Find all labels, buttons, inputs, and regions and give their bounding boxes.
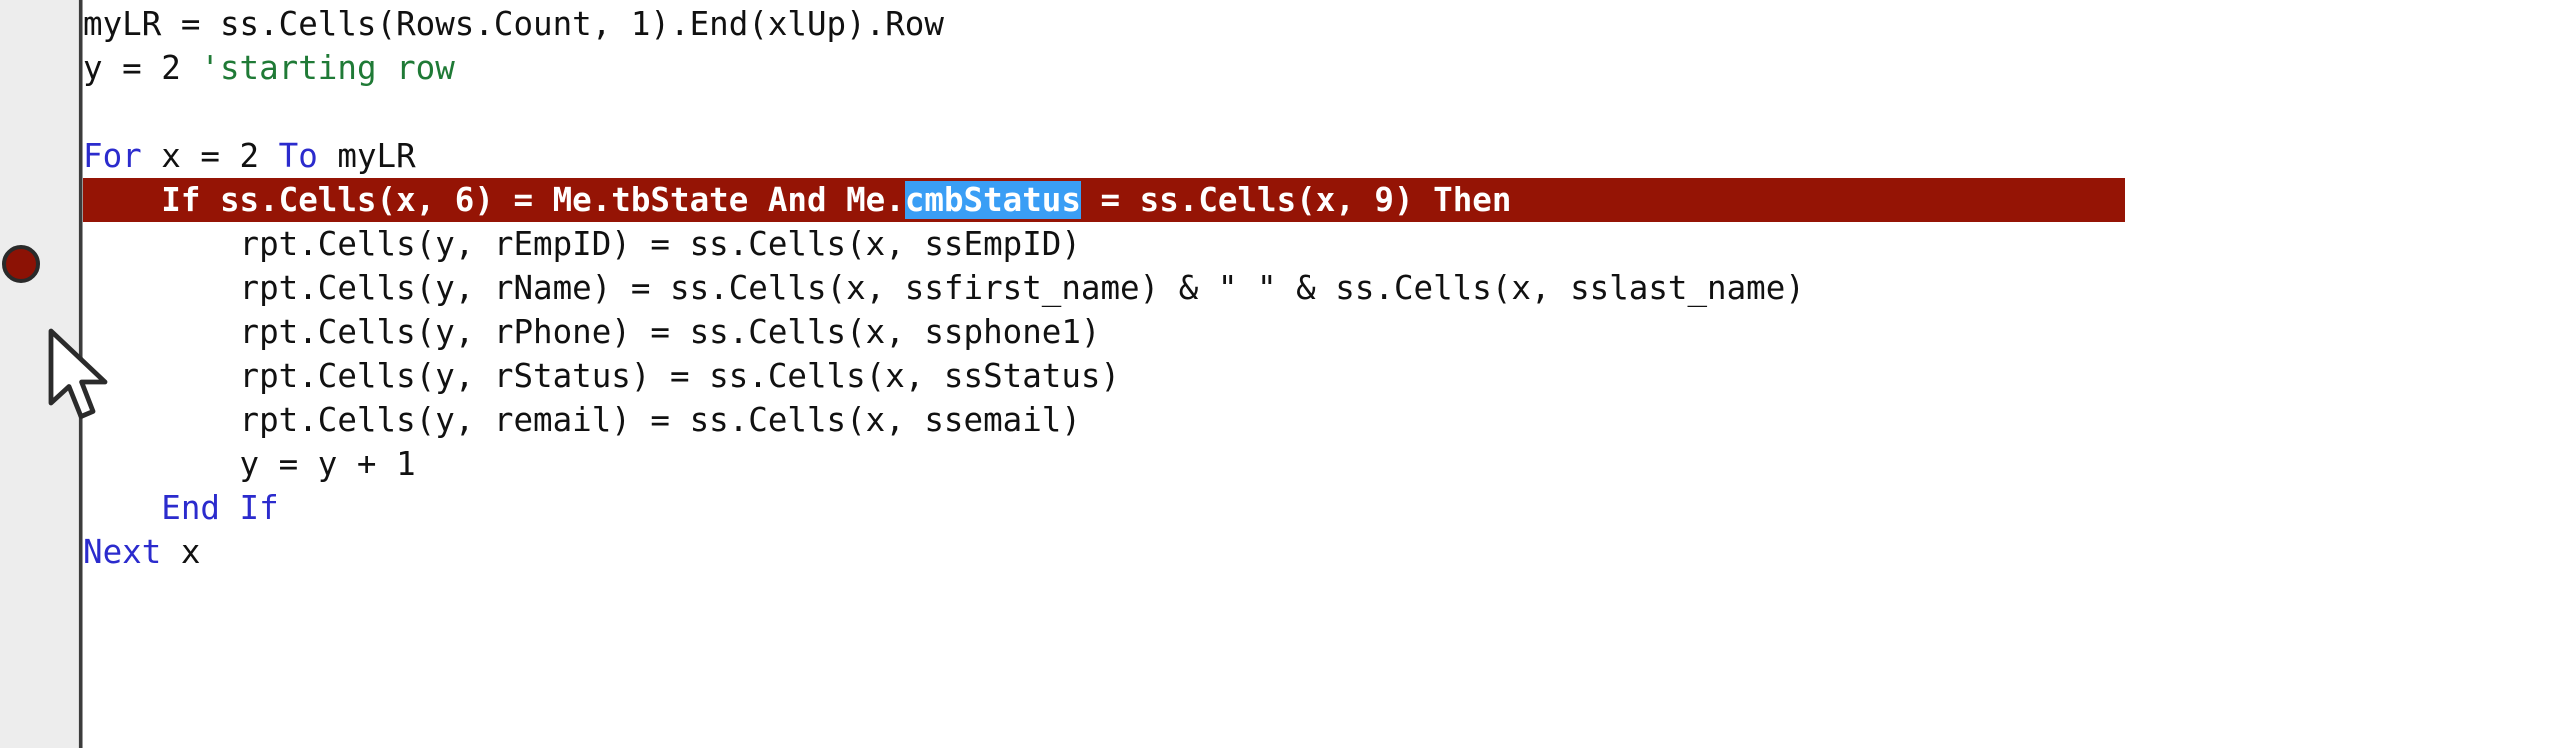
code-token-plain: rpt.Cells(y, rStatus) = ss.Cells(x, ssSt… (83, 357, 1121, 395)
code-token-plain: y = 2 (83, 49, 201, 87)
code-line[interactable]: y = 2 'starting row (83, 46, 455, 90)
code-token-plain: If ss.Cells(x, 6) = Me.tbState And Me. (83, 181, 905, 219)
code-line[interactable]: myLR = ss.Cells(Rows.Count, 1).End(xlUp)… (83, 2, 944, 46)
code-token-comment: 'starting row (200, 49, 455, 87)
code-token-plain: rpt.Cells(y, rName) = ss.Cells(x, ssfirs… (83, 269, 1805, 307)
editor-margin-gutter[interactable] (0, 0, 79, 748)
code-token-plain: myLR (317, 137, 416, 175)
code-line-text: rpt.Cells(y, rEmpID) = ss.Cells(x, ssEmp… (83, 225, 1081, 263)
code-token-plain: rpt.Cells(y, remail) = ss.Cells(x, ssema… (83, 401, 1081, 439)
code-line-text: End If (83, 489, 279, 527)
code-line-text: rpt.Cells(y, remail) = ss.Cells(x, ssema… (83, 401, 1081, 439)
code-token-plain: x (161, 533, 201, 571)
code-line[interactable]: rpt.Cells(y, rPhone) = ss.Cells(x, sspho… (83, 310, 1101, 354)
breakpoint-dot[interactable] (2, 245, 40, 283)
code-token-plain: rpt.Cells(y, rPhone) = ss.Cells(x, sspho… (83, 313, 1101, 351)
code-line[interactable]: Next x (83, 530, 200, 574)
code-line[interactable]: y = y + 1 (83, 442, 416, 486)
code-line-text: myLR = ss.Cells(Rows.Count, 1).End(xlUp)… (83, 5, 944, 43)
code-line-breakpoint[interactable]: If ss.Cells(x, 6) = Me.tbState And Me.cm… (83, 178, 2125, 222)
code-token-plain: y = y + 1 (83, 445, 416, 483)
code-line-text: rpt.Cells(y, rPhone) = ss.Cells(x, sspho… (83, 313, 1101, 351)
code-line[interactable]: End If (83, 486, 279, 530)
code-token-plain: x = 2 (141, 137, 279, 175)
selected-identifier[interactable]: cmbStatus (904, 181, 1081, 219)
code-token-kw: For (83, 137, 142, 175)
code-line-text: y = 2 'starting row (83, 49, 455, 87)
code-line[interactable]: rpt.Cells(y, rStatus) = ss.Cells(x, ssSt… (83, 354, 1121, 398)
code-token-plain: myLR = ss.Cells(Rows.Count, 1).End(xlUp)… (83, 5, 944, 43)
code-line-text: rpt.Cells(y, rStatus) = ss.Cells(x, ssSt… (83, 357, 1121, 395)
code-line-text: Next x (83, 533, 200, 571)
code-token-kw: To (278, 137, 318, 175)
vba-code-editor: myLR = ss.Cells(Rows.Count, 1).End(xlUp)… (0, 0, 2566, 748)
code-line-text: For x = 2 To myLR (83, 137, 416, 175)
code-line-text: rpt.Cells(y, rName) = ss.Cells(x, ssfirs… (83, 269, 1805, 307)
code-text-area[interactable]: myLR = ss.Cells(Rows.Count, 1).End(xlUp)… (83, 0, 2566, 748)
code-line[interactable]: rpt.Cells(y, rName) = ss.Cells(x, ssfirs… (83, 266, 1805, 310)
code-line[interactable]: rpt.Cells(y, remail) = ss.Cells(x, ssema… (83, 398, 1081, 442)
code-token-kw: End If (161, 489, 279, 527)
code-token-plain: rpt.Cells(y, rEmpID) = ss.Cells(x, ssEmp… (83, 225, 1081, 263)
code-line-text: y = y + 1 (83, 445, 416, 483)
code-line[interactable]: rpt.Cells(y, rEmpID) = ss.Cells(x, ssEmp… (83, 222, 1081, 266)
code-line-text: If ss.Cells(x, 6) = Me.tbState And Me.cm… (83, 181, 1511, 219)
code-token-plain: = ss.Cells(x, 9) Then (1080, 181, 1512, 219)
code-token-kw: Next (83, 533, 162, 571)
code-line[interactable]: For x = 2 To myLR (83, 134, 416, 178)
